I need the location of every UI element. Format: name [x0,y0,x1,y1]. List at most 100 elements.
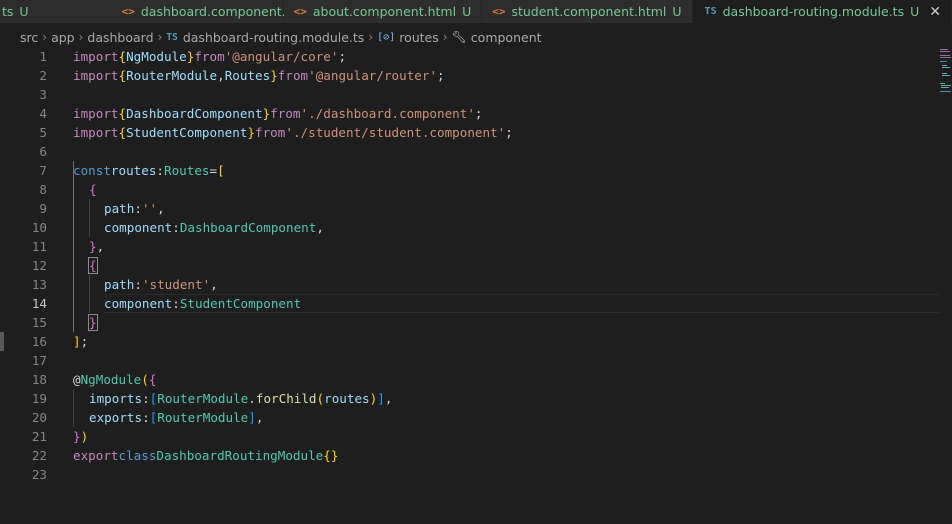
minimap-line [940,83,945,84]
tab-student-component-html[interactable]: <> student.component.html U [482,0,693,23]
code-line: 1 import { NgModule } from '@angular/cor… [0,47,952,66]
minimap-line [940,61,947,62]
code-line: 21 }) [0,427,952,446]
code-text: }) [73,429,89,444]
code-line: 8 { [0,180,952,199]
bracket-match-highlight: { [88,257,98,274]
code-line: 5 import { StudentComponent } from './st… [0,123,952,142]
code-line: 13 path: 'student', [0,275,952,294]
minimap-line [941,85,951,86]
line-number: 15 [31,315,47,330]
line-number: 12 [31,258,47,273]
code-text: import { NgModule } from '@angular/core'… [73,49,347,64]
line-number: 9 [39,201,47,216]
editor-tab-bar: ts U <> dashboard.component.html U <> ab… [0,0,952,23]
line-number: 6 [39,144,47,159]
code-line: 22 export class DashboardRoutingModule {… [0,446,952,465]
code-text: import { RouterModule, Routes } from '@a… [73,68,445,83]
tab-label: ts [2,4,14,19]
untracked-badge: U [910,4,920,19]
code-text: path: 'student', [104,277,218,292]
code-line: 20 exports: [RouterModule], [0,408,952,427]
tab-about-component-html[interactable]: <> about.component.html U [283,0,483,23]
line-number: 11 [31,239,47,254]
code-text: import { StudentComponent } from './stud… [73,125,513,140]
line-number: 5 [39,125,47,140]
breadcrumb-item-src[interactable]: src [20,30,38,45]
tab-partial-ts[interactable]: ts U [0,0,56,23]
minimap-line [941,87,949,88]
untracked-badge: U [672,4,682,19]
code-text: import { DashboardComponent } from './da… [73,106,483,121]
code-text: } [88,313,98,332]
minimap-line [942,73,947,74]
line-number: 23 [31,467,47,482]
code-text: @ NgModule({ [73,372,157,387]
line-number: 2 [39,68,47,83]
code-line: 16 ]; [0,332,952,351]
code-line-current: 14 component: StudentComponent [0,294,952,313]
tab-label: about.component.html [312,4,457,19]
code-text: path: '', [104,201,165,216]
code-line: 15 } [0,313,952,332]
untracked-badge: U [462,4,472,19]
line-number: 13 [31,277,47,292]
bracket-match-highlight: } [88,314,98,331]
line-number: 10 [31,220,47,235]
breadcrumb-item-routes[interactable]: routes [399,30,439,45]
chevron-right-icon: › [42,30,48,44]
code-text: export class DashboardRoutingModule {} [73,448,339,463]
code-editor[interactable]: 1 import { NgModule } from '@angular/cor… [0,47,952,524]
code-line: 23 [0,465,952,484]
line-number: 4 [39,106,47,121]
line-number: 14 [31,296,47,311]
breadcrumb-item-component[interactable]: component [471,30,542,45]
line-number: 8 [39,182,47,197]
code-text: imports: [RouterModule. forChild(routes)]… [89,391,393,406]
tab-label: dashboard-routing.module.ts [722,4,905,19]
line-number: 1 [39,49,47,64]
chevron-right-icon: › [368,30,374,44]
code-line: 12 { [0,256,952,275]
code-text: { [89,182,97,197]
code-text: component: StudentComponent [104,294,939,313]
line-number: 17 [31,353,47,368]
code-line: 11 }, [0,237,952,256]
variable-icon: [⊘] [377,31,396,43]
line-number: 7 [39,163,47,178]
code-line: 4 import { DashboardComponent } from './… [0,104,952,123]
code-line: 17 [0,351,952,370]
chevron-right-icon: › [78,30,84,44]
tab-dashboard-routing-module-ts[interactable]: TS dashboard-routing.module.ts U ✕ [692,0,952,23]
breadcrumb-item-app[interactable]: app [51,30,75,45]
line-number: 19 [31,391,47,406]
html-file-icon: <> [121,5,135,18]
code-text: const routes: Routes = [ [73,163,225,178]
breadcrumb: src › app › dashboard › TS dashboard-rou… [0,27,542,47]
tab-label: student.component.html [511,4,667,19]
close-icon[interactable]: ✕ [929,4,941,20]
line-number: 21 [31,429,47,444]
tab-dashboard-component-html[interactable]: <> dashboard.component.html U [51,0,329,23]
code-line: 7 const routes: Routes = [ [0,161,952,180]
code-text: component: DashboardComponent, [104,220,324,235]
code-line: 18 @ NgModule({ [0,370,952,389]
breadcrumb-item-dashboard[interactable]: dashboard [87,30,153,45]
code-line: 2 import { RouterModule, Routes } from '… [0,66,952,85]
untracked-badge: U [19,4,29,19]
code-text: { [88,256,98,275]
minimap[interactable] [938,47,952,107]
code-text: }, [89,239,105,254]
code-line: 6 [0,142,952,161]
breadcrumb-item-file[interactable]: dashboard-routing.module.ts [183,30,365,45]
minimap-line [942,75,950,76]
code-text: exports: [RouterModule], [89,410,264,425]
minimap-line [940,49,948,50]
line-number: 20 [31,410,47,425]
line-number: 16 [31,334,47,349]
typescript-file-icon: TS [704,6,717,17]
minimap-line [940,57,951,58]
code-line: 10 component: DashboardComponent, [0,218,952,237]
html-file-icon: <> [293,5,307,18]
chevron-right-icon: › [442,30,448,44]
